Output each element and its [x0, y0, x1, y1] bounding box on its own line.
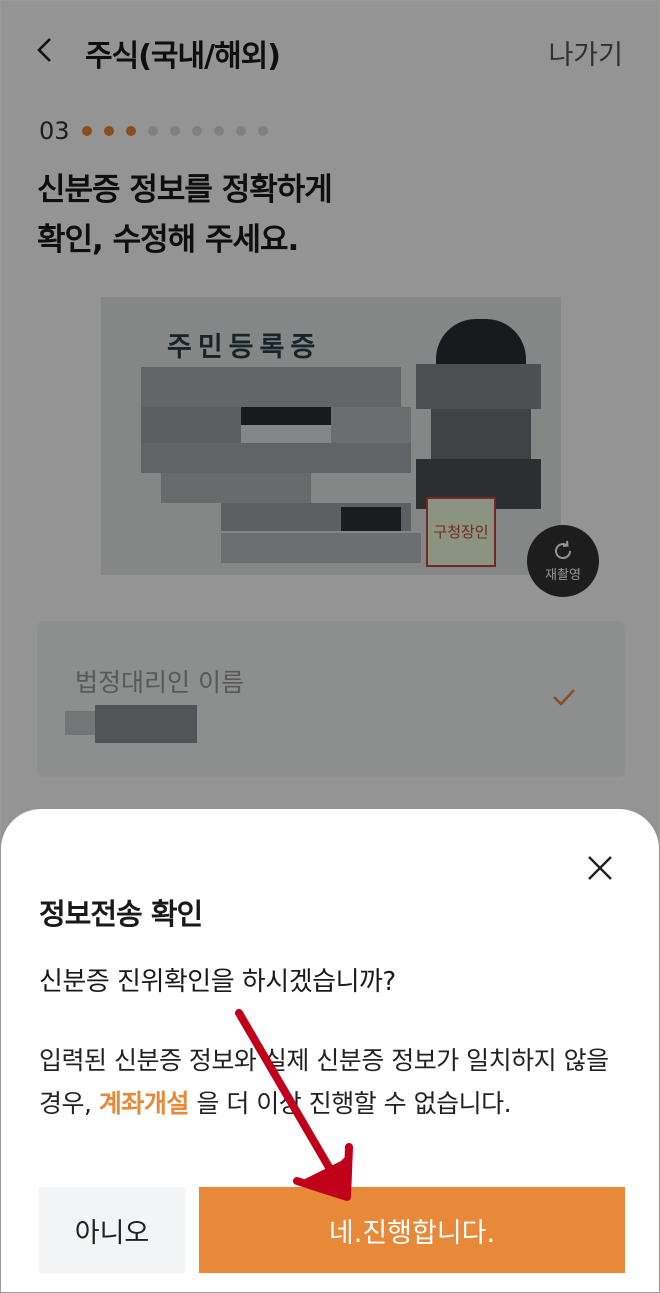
desc-highlight: 계좌개설 [98, 1089, 190, 1118]
confirm-question: 신분증 진위확인을 하시겠습니까? [39, 967, 396, 997]
confirm-bottom-sheet: 정보전송 확인 신분증 진위확인을 하시겠습니까? 입력된 신분증 정보와 실제… [1, 809, 659, 1292]
no-button[interactable]: 아니오 [39, 1187, 185, 1273]
desc-text: 을 더 이상 진행할 수 없습니다. [196, 1089, 512, 1118]
warning-description: 입력된 신분증 정보와 실제 신분증 정보가 일치하지 않을경우, 계좌개설 을… [39, 1039, 629, 1125]
yes-proceed-button[interactable]: 네.진행합니다. [199, 1187, 625, 1273]
screen: 주식(국내/해외) 나가기 03 신분증 정보를 정확하게 확인, 수정해 주세… [0, 0, 660, 1293]
close-icon[interactable] [585, 853, 615, 883]
sheet-title: 정보전송 확인 [39, 897, 203, 931]
